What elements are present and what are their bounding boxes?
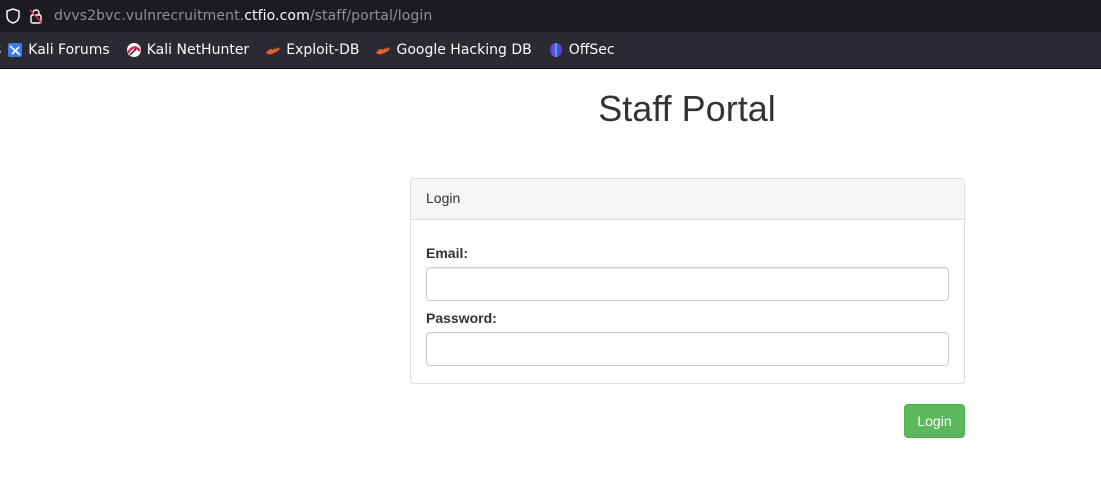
url-prefix: dvvs2bvc.vulnrecruitment. — [54, 8, 245, 24]
bookmarks-toolbar: s Kali Forums Kali NetHunter Exploit-DB … — [0, 32, 1101, 69]
bookmark-partial[interactable]: s — [0, 42, 1, 58]
page-title: Staff Portal — [598, 88, 776, 129]
insecure-lock-icon[interactable] — [28, 8, 44, 24]
bookmark-kali-nethunter[interactable]: Kali NetHunter — [126, 42, 249, 58]
kali-nethunter-icon — [126, 42, 142, 58]
password-field[interactable] — [426, 332, 949, 366]
bookmark-label: Kali NetHunter — [146, 42, 250, 58]
bookmark-label: Google Hacking DB — [396, 42, 532, 58]
exploit-db-icon — [265, 42, 281, 58]
bookmark-label: OffSec — [568, 42, 615, 58]
url-bar[interactable]: dvvs2bvc.vulnrecruitment.ctfio.com/staff… — [0, 0, 1101, 32]
bookmark-label: Kali Forums — [28, 42, 110, 58]
bookmark-kali-forums[interactable]: Kali Forums — [7, 42, 110, 58]
bookmark-exploit-db[interactable]: Exploit-DB — [265, 42, 359, 58]
email-label: Email: — [426, 245, 469, 261]
kali-forums-icon — [7, 42, 23, 58]
bookmark-google-hacking-db[interactable]: Google Hacking DB — [375, 42, 532, 58]
login-panel: Login Email: Password: — [410, 178, 965, 384]
url-text[interactable]: dvvs2bvc.vulnrecruitment.ctfio.com/staff… — [54, 8, 432, 24]
password-label: Password: — [426, 310, 497, 326]
tracking-protection-shield-icon[interactable] — [6, 8, 20, 24]
panel-heading: Login — [411, 179, 964, 220]
bookmark-offsec[interactable]: OffSec — [548, 42, 615, 58]
bookmark-label: Exploit-DB — [286, 42, 360, 58]
bookmark-label: s — [0, 42, 1, 58]
login-button[interactable]: Login — [904, 404, 965, 438]
login-form: Email: Password: — [411, 220, 964, 381]
url-domain: ctfio.com — [244, 8, 310, 24]
url-path: /staff/portal/login — [309, 8, 433, 24]
offsec-icon — [548, 42, 564, 58]
ghdb-icon — [375, 42, 391, 58]
email-field[interactable] — [426, 267, 949, 301]
